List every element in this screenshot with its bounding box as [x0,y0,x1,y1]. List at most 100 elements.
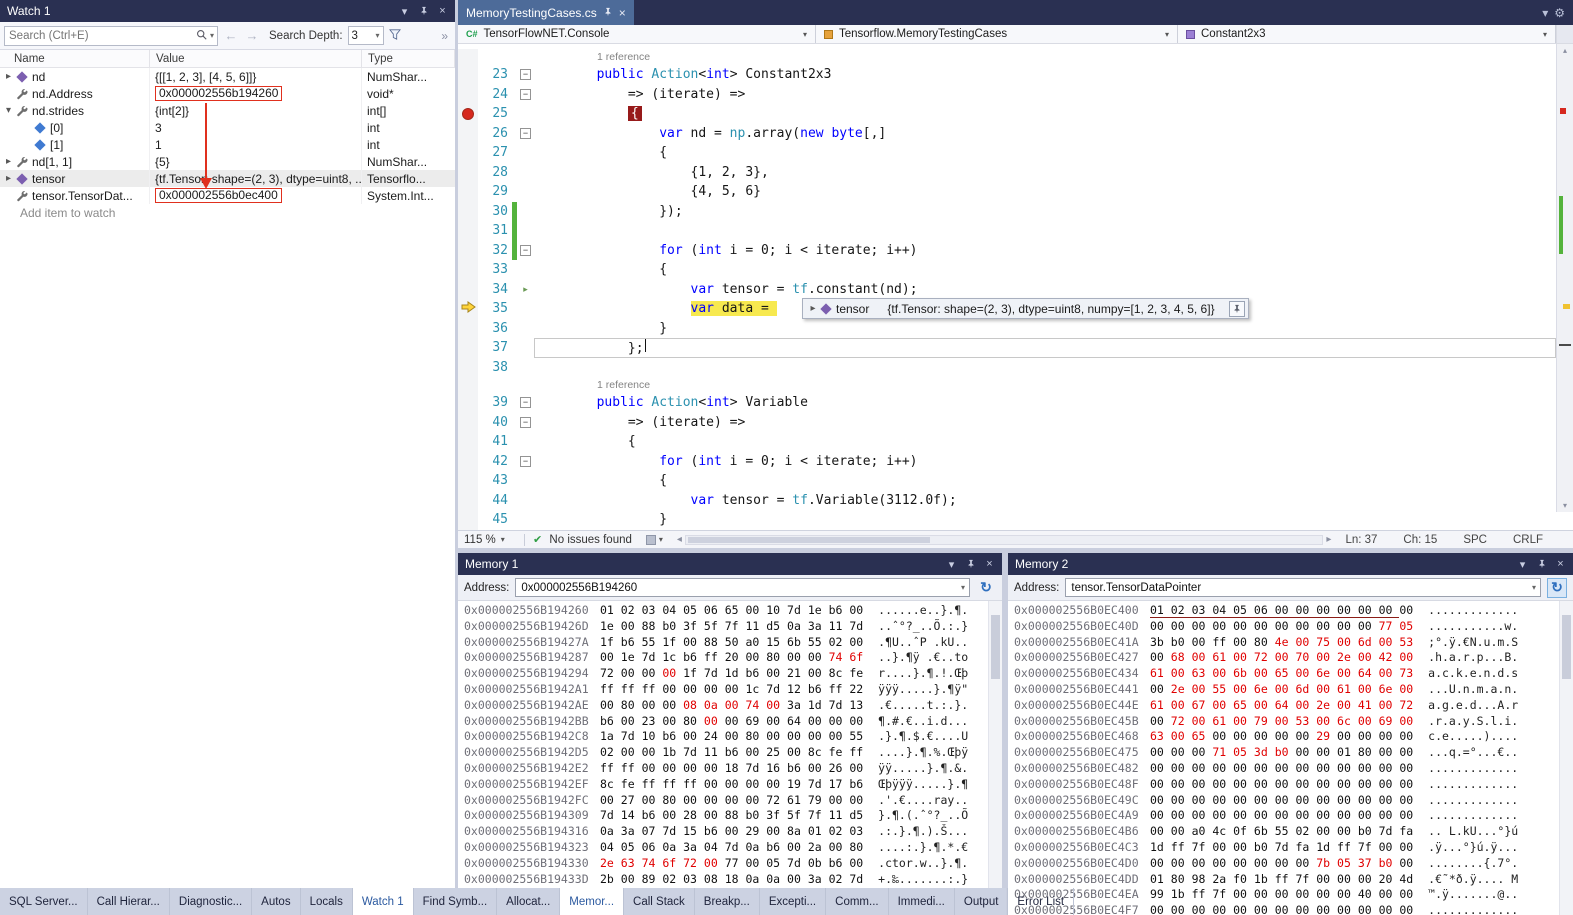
code-content[interactable]: => (iterate) => [534,413,1556,433]
memory2-address-input[interactable] [1066,582,1528,594]
code-area[interactable]: 1 reference23−public Action<int> Constan… [458,44,1573,530]
formatting-button[interactable]: ▾ [646,535,663,545]
collapse-icon[interactable]: − [520,128,531,139]
search-icon[interactable] [196,27,207,45]
column-header-name[interactable]: Name [0,50,150,67]
code-line[interactable]: 40−=> (iterate) => [458,413,1556,433]
breakpoint-margin[interactable] [458,432,478,452]
memory2-titlebar[interactable]: Memory 2 ▾ × [1008,553,1573,575]
tool-window-tab-comm[interactable]: Comm... [826,888,888,915]
search-back-icon[interactable]: ← [223,28,239,43]
code-content[interactable]: public Action<int> Variable [534,393,1556,413]
window-position-icon[interactable]: ▾ [1514,556,1531,572]
search-forward-icon[interactable]: → [244,28,260,43]
code-content[interactable] [534,221,1556,241]
collapse-icon[interactable]: − [520,245,531,256]
code-content[interactable]: } [534,510,1556,530]
code-line[interactable]: 33{ [458,260,1556,280]
code-content[interactable]: var data = ▸tensor{tf.Tensor: shape=(2, … [534,299,1556,319]
chevron-down-icon[interactable]: ▾ [1528,583,1540,592]
breakpoint-margin[interactable] [458,124,478,144]
code-line[interactable]: 44var tensor = tf.Variable(3112.0f); [458,491,1556,511]
toolbar-overflow-icon[interactable]: » [441,29,451,43]
code-line[interactable]: 23−public Action<int> Constant2x3 [458,65,1556,85]
horizontal-scrollbar[interactable]: ◂ ▸ [671,534,1338,545]
breakpoint-margin[interactable] [458,338,478,358]
search-options-chevron-icon[interactable]: ▾ [207,31,217,40]
memory2-scrollbar[interactable] [1559,601,1573,915]
search-depth-select[interactable]: 3 ▾ [348,26,384,45]
watch-row[interactable]: [1]1int [0,136,455,153]
gear-icon[interactable]: ⚙ [1554,6,1565,20]
collapse-icon[interactable]: − [520,456,531,467]
pin-icon[interactable] [1533,556,1550,572]
tool-window-tab-allocat[interactable]: Allocat... [497,888,560,915]
code-line[interactable]: 29{4, 5, 6} [458,182,1556,202]
filter-icon[interactable] [389,27,401,45]
breakpoint-icon[interactable] [462,108,474,120]
tool-window-tab-autos[interactable]: Autos [252,888,300,915]
tool-window-tab-sql-server[interactable]: SQL Server... [0,888,88,915]
breakpoint-margin[interactable] [458,358,478,378]
breakpoint-margin[interactable] [458,49,478,65]
close-icon[interactable]: × [619,6,626,20]
pin-icon[interactable] [962,556,979,572]
code-line[interactable]: 26−var nd = np.array(new byte[,] [458,124,1556,144]
breakpoint-margin[interactable] [458,260,478,280]
watch-row[interactable]: ▸tensor{tf.Tensor: shape=(2, 3), dtype=u… [0,170,455,187]
code-content[interactable]: 1 reference [534,49,1556,65]
breakpoint-margin[interactable] [458,471,478,491]
collapse-icon[interactable]: − [520,69,531,80]
code-content[interactable]: var nd = np.array(new byte[,] [534,124,1556,144]
code-line[interactable]: 25{ [458,104,1556,124]
collapse-icon[interactable]: − [520,89,531,100]
breakpoint-margin[interactable] [458,85,478,105]
breakpoint-margin[interactable] [458,377,478,393]
code-line[interactable]: 37}; [458,338,1556,358]
memory1-scrollbar[interactable] [988,601,1002,888]
breakpoint-margin[interactable] [458,319,478,339]
code-line[interactable]: 41{ [458,432,1556,452]
tool-window-tab-diagnostic[interactable]: Diagnostic... [170,888,252,915]
code-content[interactable]: for (int i = 0; i < iterate; i++) [534,241,1556,261]
memory1-titlebar[interactable]: Memory 1 ▾ × [458,553,1002,575]
code-content[interactable]: 1 reference [534,377,1556,393]
expander-icon[interactable]: ▸ [2,71,15,82]
zoom-select[interactable]: 115 % ▾ [464,534,516,546]
code-content[interactable]: { [534,432,1556,452]
window-position-icon[interactable]: ▾ [943,556,960,572]
pin-icon[interactable] [1229,301,1245,317]
watch-row[interactable]: ▸nd[1, 1]{5}NumShar... [0,153,455,170]
tool-window-tab-locals[interactable]: Locals [301,888,353,915]
code-content[interactable]: { [534,143,1556,163]
code-content[interactable]: { [534,104,1556,124]
watch-row[interactable]: ▾nd.strides{int[2]}int[] [0,102,455,119]
tool-window-tab-error-list[interactable]: Error List [1008,888,1074,915]
breakpoint-margin[interactable] [458,202,478,222]
pin-icon[interactable] [603,6,613,20]
search-input[interactable] [5,30,196,42]
code-content[interactable]: var tensor = tf.constant(nd); [534,280,1556,300]
code-line[interactable]: 27{ [458,143,1556,163]
code-line[interactable]: 36} [458,319,1556,339]
breakpoint-margin[interactable] [458,182,478,202]
expander-icon[interactable]: ▸ [2,173,15,184]
tab-memorytestingcases[interactable]: MemoryTestingCases.cs × [458,0,634,25]
code-line[interactable]: 24−=> (iterate) => [458,85,1556,105]
code-content[interactable]: public Action<int> Constant2x3 [534,65,1556,85]
scrollbar-thumb[interactable] [688,537,930,543]
breakpoint-margin[interactable] [458,510,478,530]
code-content[interactable]: {4, 5, 6} [534,182,1556,202]
tool-window-tab-find-symb[interactable]: Find Symb... [414,888,498,915]
code-line[interactable]: 28{1, 2, 3}, [458,163,1556,183]
code-content[interactable]: }); [534,202,1556,222]
editor-vertical-scrollbar[interactable]: ▴ ▾ [1556,44,1573,512]
code-line[interactable]: 38 [458,358,1556,378]
pin-icon[interactable] [415,3,432,19]
expander-icon[interactable]: ▾ [2,105,15,116]
code-line[interactable]: 31 [458,221,1556,241]
add-watch-row[interactable]: Add item to watch [0,204,455,221]
refresh-icon[interactable]: ↻ [1547,578,1567,598]
member-dropdown[interactable]: Constant2x3 ▾ [1178,25,1556,43]
tool-window-tab-memor[interactable]: Memor... [560,888,624,915]
